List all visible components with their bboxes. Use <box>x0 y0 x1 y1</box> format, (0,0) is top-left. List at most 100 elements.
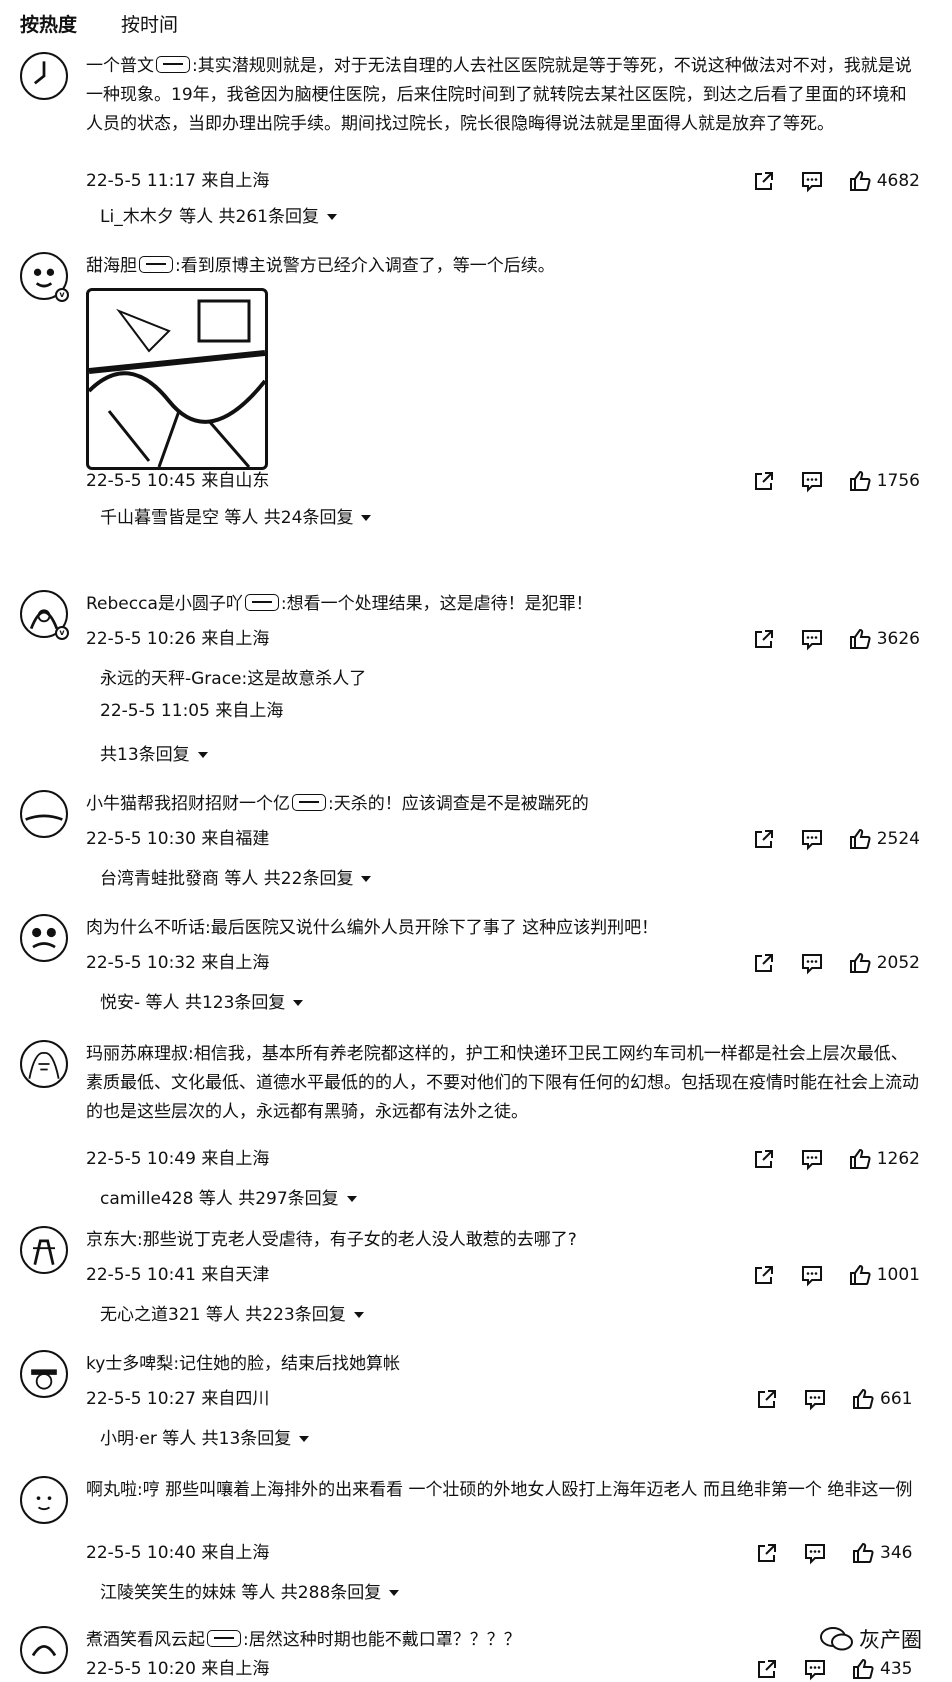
like-icon[interactable] <box>847 826 873 852</box>
like-icon[interactable] <box>847 168 873 194</box>
share-icon[interactable] <box>754 1386 780 1412</box>
like-count: 1001 <box>876 1265 920 1285</box>
chevron-down-icon <box>293 1000 304 1006</box>
comment-time: 22-5-5 10:32 来自上海 <box>86 953 270 973</box>
comment-text: 京东大:那些说丁克老人受虐待，有子女的老人没人敢惹的去哪了? <box>86 1226 922 1255</box>
avatar[interactable] <box>20 1226 68 1274</box>
avatar[interactable] <box>20 914 68 962</box>
avatar[interactable] <box>20 52 68 100</box>
sort-tabs: 按热度 按时间 <box>20 8 222 38</box>
like-icon[interactable] <box>850 1386 876 1412</box>
comment-icon[interactable] <box>802 1386 828 1412</box>
avatar[interactable] <box>20 1476 68 1524</box>
comment-username[interactable]: 甜海胆 <box>86 256 137 276</box>
avatar[interactable] <box>20 1626 68 1674</box>
replies-toggle[interactable]: 共13条回复 <box>100 742 208 768</box>
replies-toggle[interactable]: Li_木木夕 等人 共261条回复 <box>100 204 337 230</box>
replies-summary: 悦安- 等人 共123条回复 <box>100 993 286 1013</box>
member-badge-icon <box>156 55 190 73</box>
chevron-down-icon <box>299 1436 310 1442</box>
comment-body: :其实潜规则就是，对于无法自理的人去社区医院就是等于等死，不说这种做法对不对，我… <box>86 56 912 134</box>
comment-username[interactable]: 小牛猫帮我招财招财一个亿 <box>86 794 290 814</box>
comment-username[interactable]: 一个普文 <box>86 56 154 76</box>
comment-body: :最后医院又说什么编外人员开除下了事了 这种应该判刑吧！ <box>205 918 659 938</box>
like-icon[interactable] <box>847 468 873 494</box>
comment-text: 煮酒笑看风云起:居然这种时期也能不戴口罩？？？？ <box>86 1626 922 1655</box>
share-icon[interactable] <box>751 950 777 976</box>
share-icon[interactable] <box>751 826 777 852</box>
watermark-text: 灰产圈 <box>859 1628 922 1652</box>
like-count: 1756 <box>876 471 920 491</box>
comment-username[interactable]: 肉为什么不听话 <box>86 918 205 938</box>
share-icon[interactable] <box>751 1146 777 1172</box>
like-count: 1262 <box>876 1149 920 1169</box>
comment-actions: 435 <box>732 1656 920 1682</box>
share-icon[interactable] <box>751 626 777 652</box>
share-icon[interactable] <box>754 1540 780 1566</box>
comment-text: ky士多啤梨:记住她的脸，结束后找她算帐 <box>86 1350 922 1379</box>
replies-summary: 小明·er 等人 共13条回复 <box>100 1429 292 1449</box>
avatar[interactable] <box>20 790 68 838</box>
comment-icon[interactable] <box>799 168 825 194</box>
share-icon[interactable] <box>751 468 777 494</box>
comment-username[interactable]: 京东大 <box>86 1230 137 1250</box>
like-icon[interactable] <box>850 1656 876 1682</box>
share-icon[interactable] <box>754 1656 780 1682</box>
comment-icon[interactable] <box>799 468 825 494</box>
comment-icon[interactable] <box>799 626 825 652</box>
like-icon[interactable] <box>847 626 873 652</box>
replies-toggle[interactable]: 台湾青蛙批發商 等人 共22条回复 <box>100 866 372 892</box>
replies-toggle[interactable]: 江陵笑笑生的妹妹 等人 共288条回复 <box>100 1580 400 1606</box>
share-icon[interactable] <box>751 168 777 194</box>
comment-username[interactable]: Rebecca是小圆子吖 <box>86 594 243 614</box>
comment-actions: 2524 <box>729 826 920 852</box>
replies-toggle[interactable]: camille428 等人 共297条回复 <box>100 1186 357 1212</box>
comment-body: :相信我，基本所有养老院都这样的，护工和快递环卫民工网约车司机一样都是社会上层次… <box>86 1044 919 1122</box>
member-badge-icon <box>139 255 173 273</box>
comment-time: 22-5-5 10:27 来自四川 <box>86 1389 270 1409</box>
avatar[interactable] <box>20 1040 68 1088</box>
comment-text: 一个普文:其实潜规则就是，对于无法自理的人去社区医院就是等于等死，不说这种做法对… <box>86 52 922 139</box>
comment-text: 玛丽苏麻理叔:相信我，基本所有养老院都这样的，护工和快递环卫民工网约车司机一样都… <box>86 1040 922 1127</box>
like-icon[interactable] <box>850 1540 876 1566</box>
like-icon[interactable] <box>847 950 873 976</box>
like-count: 3626 <box>876 629 920 649</box>
share-icon[interactable] <box>751 1262 777 1288</box>
comment-icon[interactable] <box>799 1262 825 1288</box>
replies-toggle[interactable]: 悦安- 等人 共123条回复 <box>100 990 304 1016</box>
comment-actions: 1756 <box>729 468 920 494</box>
chevron-down-icon <box>389 1590 400 1596</box>
replies-toggle[interactable]: 千山暮雪皆是空 等人 共24条回复 <box>100 505 372 531</box>
comment-username[interactable]: ky士多啤梨 <box>86 1354 173 1374</box>
sub-reply-time: 22-5-5 11:05 来自上海 <box>100 701 284 721</box>
comment-text: 肉为什么不听话:最后医院又说什么编外人员开除下了事了 这种应该判刑吧！ <box>86 914 922 943</box>
replies-toggle[interactable]: 无心之道321 等人 共223条回复 <box>100 1302 364 1328</box>
comment-username[interactable]: 煮酒笑看风云起 <box>86 1630 205 1650</box>
watermark: 灰产圈 <box>819 1624 922 1654</box>
comment-username[interactable]: 啊丸啦 <box>86 1480 137 1500</box>
comment-icon[interactable] <box>799 1146 825 1172</box>
comment-actions: 1001 <box>729 1262 920 1288</box>
like-count: 346 <box>880 1543 913 1563</box>
comment-time: 22-5-5 10:20 来自上海 <box>86 1659 270 1679</box>
comment-icon[interactable] <box>802 1540 828 1566</box>
tab-by-time[interactable]: 按时间 <box>121 10 178 37</box>
comment-icon[interactable] <box>802 1656 828 1682</box>
comment-image[interactable] <box>86 288 268 470</box>
chevron-down-icon <box>353 1312 364 1318</box>
comment-actions: 1262 <box>729 1146 920 1172</box>
comment-text: Rebecca是小圆子吖:想看一个处理结果，这是虐待！是犯罪！ <box>86 590 922 619</box>
avatar[interactable] <box>20 1350 68 1398</box>
comment-actions: 2052 <box>729 950 920 976</box>
comment-icon[interactable] <box>799 826 825 852</box>
replies-toggle[interactable]: 小明·er 等人 共13条回复 <box>100 1426 310 1452</box>
comment-time: 22-5-5 10:40 来自上海 <box>86 1543 270 1563</box>
like-icon[interactable] <box>847 1146 873 1172</box>
replies-summary: camille428 等人 共297条回复 <box>100 1189 339 1209</box>
replies-summary: 共13条回复 <box>100 745 190 765</box>
like-icon[interactable] <box>847 1262 873 1288</box>
comment-username[interactable]: 玛丽苏麻理叔 <box>86 1044 188 1064</box>
tab-by-hot[interactable]: 按热度 <box>20 10 77 37</box>
sub-reply: 永远的天秤-Grace:这是故意杀人了 22-5-5 11:05 来自上海 <box>100 666 366 724</box>
comment-icon[interactable] <box>799 950 825 976</box>
